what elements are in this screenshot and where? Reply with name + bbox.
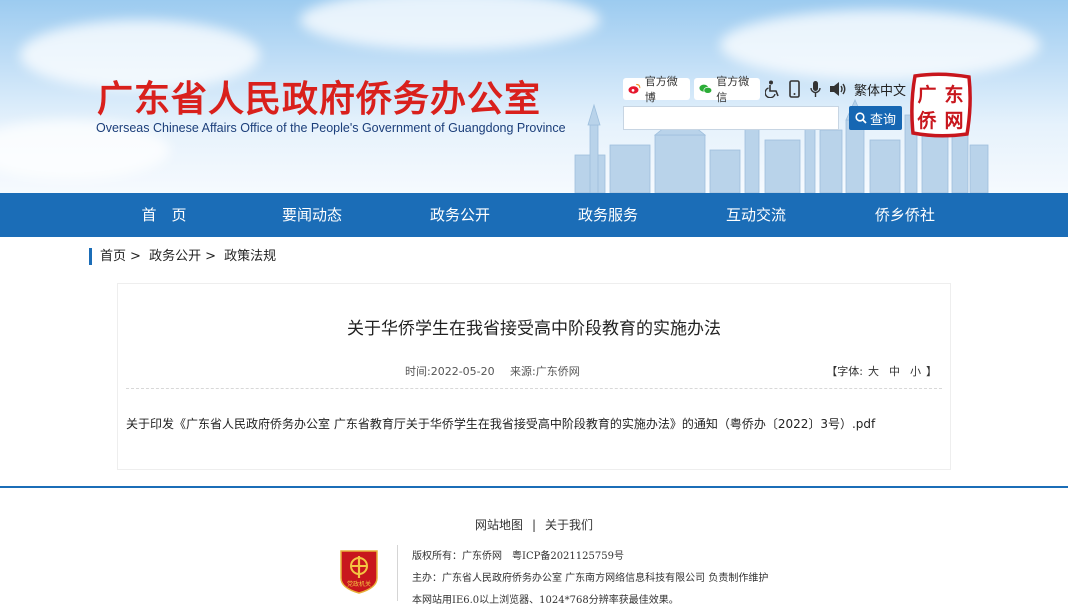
audio-reader-button[interactable] [828,78,848,100]
article-card: 关于华侨学生在我省接受高中阶段教育的实施办法 时间:2022-05-20 来源:… [117,283,951,470]
seal-char: 网 [944,110,963,132]
footer-link-separator: | [531,518,537,532]
badge-text: 党政机关 [347,580,371,588]
mobile-phone-icon [788,80,800,98]
font-size-label: 【字体: [826,365,863,378]
wechat-label: 官方微信 [716,75,750,104]
nav-item-government-affairs[interactable]: 政务公开 [400,193,520,237]
article-divider [126,388,942,389]
about-us-link[interactable]: 关于我们 [545,518,593,532]
footer-vertical-divider [397,545,398,601]
mobile-version-button[interactable] [784,78,804,100]
gd-qiaowang-seal-logo: 广 东 侨 网 [910,72,972,138]
search-button[interactable]: 查询 [849,106,902,130]
weibo-label: 官方微博 [644,75,678,104]
party-government-badge[interactable]: 党政机关 [338,548,380,594]
article-source: 来源:广东侨网 [510,365,580,378]
font-medium-button[interactable]: 中 [889,365,900,378]
seal-char: 侨 [916,109,937,132]
nav-item-hometown-communities[interactable]: 侨乡侨社 [845,193,965,237]
traditional-chinese-link[interactable]: 繁体中文 [854,80,906,99]
publish-time: 时间:2022-05-20 [405,365,495,378]
seal-char: 东 [944,83,963,106]
nav-item-interaction[interactable]: 互动交流 [696,193,816,237]
footer-links: 网站地图 | 关于我们 [0,516,1068,533]
font-small-button[interactable]: 小 [910,365,921,378]
weibo-link[interactable]: 官方微博 [623,75,690,104]
font-size-control: 【字体: 大中小】 [826,363,937,379]
seal-char: 广 [917,83,936,106]
nav-item-government-services[interactable]: 政务服务 [548,193,668,237]
breadcrumb-separator: > [130,249,141,264]
search-input[interactable] [623,106,839,130]
footer-divider [0,486,1068,488]
browser-note-text: 本网站用IE6.0以上浏览器、1024*768分辨率获最佳效果。 [412,595,679,606]
cloud-decoration [720,10,1040,80]
breadcrumb-level-2[interactable]: 政策法规 [224,249,276,264]
speaker-icon [830,82,846,96]
microphone-icon [809,81,821,97]
nav-item-news[interactable]: 要闻动态 [252,193,372,237]
organizer-text: 主办：广东省人民政府侨务办公室 广东南方网络信息科技有限公司 负责制作维护 [412,573,769,584]
breadcrumb-separator: > [205,249,216,264]
wheelchair-icon [765,80,779,98]
sitemap-link[interactable]: 网站地图 [475,518,523,532]
wechat-icon [699,84,713,94]
main-navigation: 首 页 要闻动态 政务公开 政务服务 互动交流 侨乡侨社 [0,193,1068,237]
breadcrumb-level-1[interactable]: 政务公开 [149,249,201,264]
cloud-decoration [300,0,600,50]
breadcrumb: 首页 > 政务公开 > 政策法规 [89,248,280,265]
search-icon [855,112,867,124]
weibo-icon [628,83,641,94]
site-header: 广东省人民政府侨务办公室 Overseas Chinese Affairs Of… [0,0,1068,193]
search-button-label: 查询 [869,112,896,128]
site-subtitle: Overseas Chinese Affairs Office of the P… [96,121,566,135]
accessibility-button[interactable] [763,78,783,100]
font-large-button[interactable]: 大 [868,365,879,378]
nav-item-home[interactable]: 首 页 [104,193,224,237]
copyright-text: 版权所有：广东侨网 粤ICP备2021125759号 [412,551,624,562]
font-size-label-end: 】 [926,365,937,378]
breadcrumb-home[interactable]: 首页 [100,249,126,264]
footer-info: 版权所有：广东侨网 粤ICP备2021125759号 主办：广东省人民政府侨务办… [412,546,768,612]
wechat-link[interactable]: 官方微信 [694,75,760,104]
article-title: 关于华侨学生在我省接受高中阶段教育的实施办法 [347,319,721,339]
voice-button[interactable] [805,78,825,100]
site-title: 广东省人民政府侨务办公室 [97,79,542,120]
attachment-link[interactable]: 关于印发《广东省人民政府侨务办公室 广东省教育厅关于华侨学生在我省接受高中阶段教… [126,415,875,432]
